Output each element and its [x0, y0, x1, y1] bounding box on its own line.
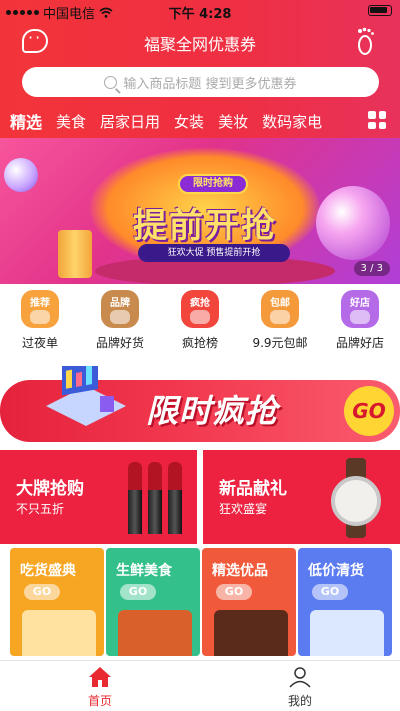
nav-profile[interactable]: 我的 — [200, 661, 400, 711]
search-placeholder: 输入商品标题 搜到更多优惠券 — [123, 76, 297, 92]
shortcut-good-stores[interactable]: 好店 品牌好店 — [320, 286, 400, 356]
card-foodie-festival[interactable]: 吃货盛典 GO — [10, 548, 104, 656]
status-time: 下午 4:28 — [168, 7, 232, 22]
recommend-icon: 推荐 — [21, 290, 59, 328]
promo-new-arrivals[interactable]: 新品献礼 狂欢盛宴 — [203, 450, 400, 544]
snack-image — [22, 610, 96, 656]
category-shortcuts: 推荐 过夜单 品牌 品牌好货 疯抢 疯抢榜 包邮 9.9元包邮 好店 品牌好店 — [0, 286, 400, 356]
shortcut-overnight[interactable]: 推荐 过夜单 — [0, 286, 80, 356]
shortcut-brand-goods[interactable]: 品牌 品牌好货 — [80, 286, 160, 356]
app-header: 中国电信 下午 4:28 福聚全网优惠券 输入商品标题 搜到更多优惠券 精选 美… — [0, 0, 400, 138]
brand-icon: 品牌 — [101, 290, 139, 328]
home-icon — [89, 667, 111, 687]
lipstick-image — [148, 462, 162, 534]
banner-headline: 提前开抢 — [133, 206, 277, 246]
decor-ball — [4, 158, 38, 192]
dashboard-illustration — [46, 366, 126, 426]
crab-image — [118, 610, 192, 656]
rush-icon: 疯抢 — [181, 290, 219, 328]
search-icon — [104, 75, 118, 89]
lipstick-image — [168, 462, 182, 534]
battery-icon — [368, 5, 392, 16]
status-bar: 中国电信 下午 4:28 — [0, 0, 400, 22]
detergent-image — [310, 610, 384, 656]
hero-banner[interactable]: 限时抢购 提前开抢 狂欢大促 预售提前开抢 3 / 3 — [0, 138, 400, 284]
shipping-icon: 包邮 — [261, 290, 299, 328]
store-icon: 好店 — [341, 290, 379, 328]
go-button[interactable]: GO — [312, 584, 348, 600]
shortcut-hot-list[interactable]: 疯抢 疯抢榜 — [160, 286, 240, 356]
flash-sale-go-button[interactable]: GO — [344, 386, 394, 436]
bottom-nav: 首页 我的 — [0, 660, 400, 711]
promo-subtitle: 不只五折 — [16, 502, 65, 516]
category-tabs: 精选 美食 居家日用 女装 美妆 数码家电 — [0, 108, 400, 134]
bottles-image — [214, 610, 288, 656]
footprint-icon[interactable] — [354, 27, 378, 57]
banner-subtitle: 狂欢大促 预售提前开抢 — [138, 244, 290, 262]
card-clearance[interactable]: 低价清货 GO — [298, 548, 392, 656]
tab-food[interactable]: 美食 — [56, 111, 86, 132]
go-button[interactable]: GO — [216, 584, 252, 600]
decor-ball — [316, 186, 390, 260]
tab-digital[interactable]: 数码家电 — [262, 111, 322, 132]
nav-home[interactable]: 首页 — [0, 661, 200, 711]
lipstick-image — [128, 462, 142, 534]
card-fresh-food[interactable]: 生鲜美食 GO — [106, 548, 200, 656]
user-icon — [289, 667, 311, 688]
watch-image — [327, 458, 385, 538]
all-categories-icon[interactable] — [368, 111, 386, 129]
search-input[interactable]: 输入商品标题 搜到更多优惠券 — [22, 67, 379, 97]
flash-sale-label: 限时疯抢 — [146, 392, 279, 430]
banner-pill: 限时抢购 — [178, 174, 248, 194]
page-title: 福聚全网优惠券 — [143, 35, 256, 54]
promo-brand-rush[interactable]: 大牌抢购 不只五折 — [0, 450, 197, 544]
tab-women[interactable]: 女装 — [174, 111, 204, 132]
decor-pillar — [58, 230, 92, 278]
tab-featured[interactable]: 精选 — [10, 109, 42, 133]
promo-subtitle: 狂欢盛宴 — [219, 502, 268, 516]
tab-beauty[interactable]: 美妆 — [218, 111, 248, 132]
card-selected-goods[interactable]: 精选优品 GO — [202, 548, 296, 656]
promo-title: 大牌抢购 — [16, 479, 84, 499]
go-button[interactable]: GO — [120, 584, 156, 600]
tab-home[interactable]: 居家日用 — [100, 111, 160, 132]
go-button[interactable]: GO — [24, 584, 60, 600]
promo-title: 新品献礼 — [219, 479, 287, 499]
banner-page-indicator: 3 / 3 — [353, 261, 390, 276]
shortcut-free-shipping[interactable]: 包邮 9.9元包邮 — [240, 286, 320, 356]
flash-sale-banner[interactable]: 限时疯抢 GO — [0, 366, 400, 444]
